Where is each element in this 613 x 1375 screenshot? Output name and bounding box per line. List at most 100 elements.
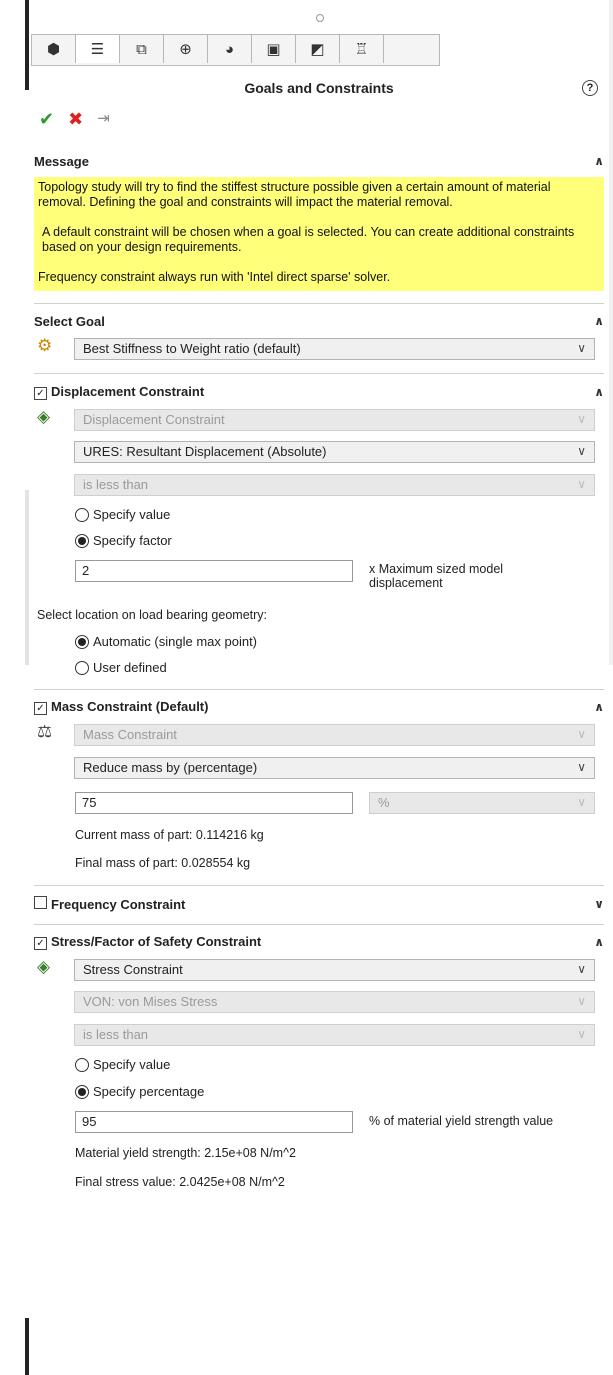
goal-dropdown[interactable]: Best Stiffness to Weight ratio (default)… [74,338,595,360]
mass-value-input[interactable]: 75 [75,792,353,814]
help-icon[interactable]: ? [582,80,598,96]
tab-simulation[interactable]: ◩ [296,35,340,63]
tab-extra[interactable] [384,35,427,63]
displacement-section: ✓ Displacement Constraint ∧ [34,383,604,401]
message-section: Message ∧ [34,152,604,170]
action-buttons: ✔ ✖ ⇥ [39,109,110,130]
factor-input[interactable]: 2 [75,560,353,582]
chevron-down-icon: ∨ [577,477,586,491]
tab-bar: ⬢ ☰ ⧉ ⊕ ◕ ▣ ◩ ♖ [31,34,440,66]
part-icon: ⬢ [46,41,61,58]
stress-label: Stress/Factor of Safety Constraint [51,934,262,949]
chevron-down-icon: ∨ [577,444,586,458]
radio-label: User defined [93,660,167,675]
radio-circle [75,634,89,649]
message-text-2: A default constraint will be chosen when… [42,225,575,254]
mass-header[interactable]: ✓ Mass Constraint (Default) ∧ [34,698,604,716]
radio-circle [75,533,89,548]
list-icon: ☰ [90,41,105,58]
tab-cam[interactable]: ▣ [252,35,296,63]
pin-icon[interactable]: ⇥ [97,109,110,130]
stress-type: Stress Constraint [83,962,183,977]
cancel-icon[interactable]: ✖ [68,109,83,130]
tab-tool[interactable]: ♖ [340,35,384,63]
mass-mode-dropdown[interactable]: Reduce mass by (percentage) ∨ [74,757,595,779]
chevron-down-icon: ∨ [577,341,586,355]
mass-type-dropdown[interactable]: Mass Constraint ∨ [74,724,595,746]
location-user-radio[interactable]: User defined [75,660,167,675]
goal-icon: ⚙ [37,336,53,355]
mass-mode: Reduce mass by (percentage) [83,760,258,775]
panel-top [29,0,609,36]
frequency-section: Frequency Constraint ∨ [34,895,604,913]
chevron-up-icon[interactable]: ∧ [594,935,604,949]
message-header[interactable]: Message ∧ [34,152,604,170]
stress-component: VON: von Mises Stress [83,994,218,1009]
radio-label: Specify percentage [93,1084,205,1099]
mass-checkbox[interactable]: ✓ [34,702,47,715]
divider [34,303,604,304]
location-label: Select location on load bearing geometry… [37,608,268,622]
mass-unit-dropdown[interactable]: % ∨ [369,792,595,814]
mass-type: Mass Constraint [83,727,177,742]
specify-value-radio[interactable]: Specify value [75,507,170,522]
stress-specify-value-radio[interactable]: Specify value [75,1057,170,1072]
mass-label: Mass Constraint (Default) [51,699,209,714]
specify-factor-radio[interactable]: Specify factor [75,533,172,548]
scrollbar[interactable] [609,0,613,665]
displacement-condition-dropdown[interactable]: is less than ∨ [74,474,595,496]
frequency-checkbox[interactable] [34,896,47,909]
message-text-1: Topology study will try to find the stif… [38,180,551,209]
frequency-header[interactable]: Frequency Constraint ∨ [34,895,604,913]
stress-component-dropdown[interactable]: VON: von Mises Stress ∨ [74,991,595,1013]
tool-icon: ♖ [354,41,369,58]
mass-unit: % [378,795,390,810]
page-title: Goals and Constraints [244,80,394,96]
tab-feature-manager[interactable]: ⬢ [32,35,76,63]
displacement-type: Displacement Constraint [83,412,225,427]
tab-dimxpert[interactable]: ⊕ [164,35,208,63]
chevron-down-icon: ∨ [577,994,586,1008]
chevron-down-icon: ∨ [577,412,586,426]
ok-icon[interactable]: ✔ [39,109,54,130]
chevron-down-icon: ∨ [577,760,586,774]
pie-icon: ◕ [224,40,235,58]
mass-icon: ⚖ [37,722,53,741]
chevron-down-icon: ∨ [577,1027,586,1041]
divider [34,689,604,690]
chevron-up-icon[interactable]: ∧ [594,154,604,168]
tab-configuration[interactable]: ⧉ [120,35,164,63]
chevron-down-icon[interactable]: ∨ [594,897,604,911]
chevron-down-icon: ∨ [577,795,586,809]
message-label: Message [34,153,89,169]
displacement-condition: is less than [83,477,149,492]
displacement-type-dropdown[interactable]: Displacement Constraint ∨ [74,409,595,431]
tab-property-manager[interactable]: ☰ [76,35,120,63]
radio-label: Automatic (single max point) [93,634,258,649]
tab-display[interactable]: ◕ [208,35,252,63]
stress-checkbox[interactable]: ✓ [34,937,47,950]
message-box: Topology study will try to find the stif… [34,177,604,291]
displacement-component-dropdown[interactable]: URES: Resultant Displacement (Absolute) … [74,441,595,463]
chevron-up-icon[interactable]: ∧ [594,385,604,399]
final-mass: Final mass of part: 0.028554 kg [75,856,251,870]
current-mass: Current mass of part: 0.114216 kg [75,828,264,842]
goal-header[interactable]: Select Goal ∧ [34,312,604,330]
stress-value-input[interactable]: 95 [75,1111,353,1133]
stress-icon: ◈ [37,957,51,976]
location-auto-radio[interactable]: Automatic (single max point) [75,634,257,649]
final-stress: Final stress value: 2.0425e+08 N/m^2 [75,1175,285,1189]
chevron-up-icon[interactable]: ∧ [594,700,604,714]
stress-section: ✓ Stress/Factor of Safety Constraint ∧ [34,933,604,951]
stress-type-dropdown[interactable]: Stress Constraint ∨ [74,959,595,981]
resize-handle-icon[interactable] [316,14,324,22]
simulation-icon: ◩ [310,41,325,58]
displacement-checkbox[interactable]: ✓ [34,387,47,400]
stress-condition-dropdown[interactable]: is less than ∨ [74,1024,595,1046]
stress-specify-percentage-radio[interactable]: Specify percentage [75,1084,204,1099]
stress-header[interactable]: ✓ Stress/Factor of Safety Constraint ∧ [34,933,604,951]
chevron-up-icon[interactable]: ∧ [594,314,604,328]
chevron-down-icon: ∨ [577,727,586,741]
divider [34,924,604,925]
displacement-header[interactable]: ✓ Displacement Constraint ∧ [34,383,604,401]
